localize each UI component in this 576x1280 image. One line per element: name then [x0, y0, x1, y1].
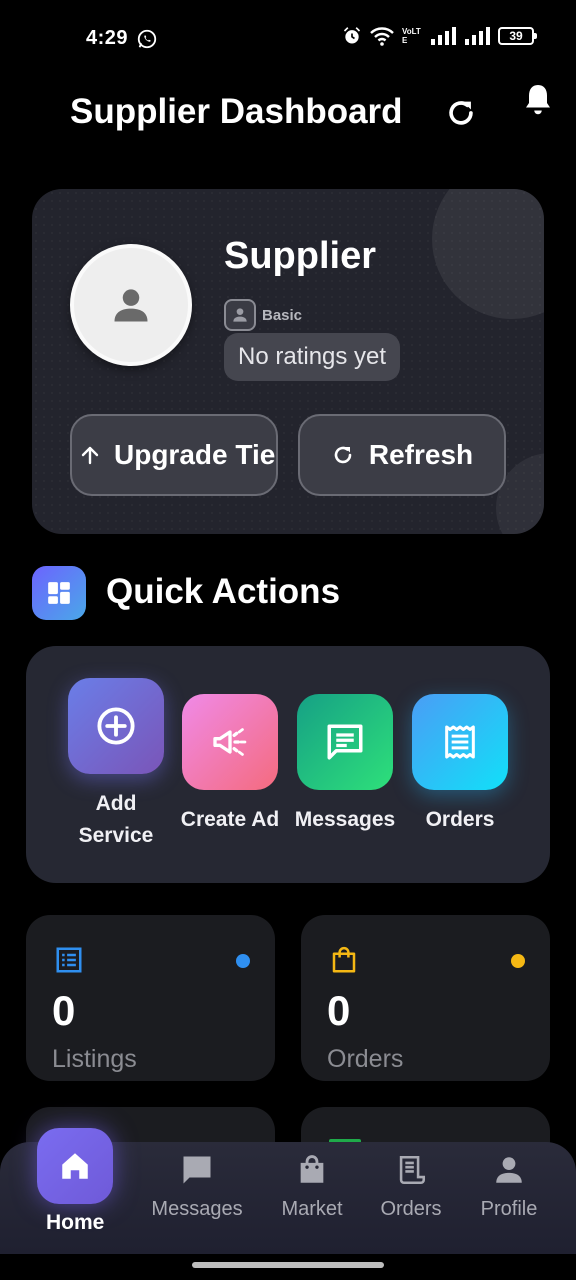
message-icon — [327, 724, 363, 760]
avatar[interactable] — [70, 244, 192, 366]
nav-item-market[interactable]: Market — [272, 1152, 352, 1221]
refresh-label: Refresh — [368, 439, 474, 470]
section-title: Quick Actions — [106, 572, 341, 611]
profile-card: Supplier Basic No ratings yet Upgrade Ti… — [32, 189, 544, 534]
quick-action-label: Orders — [425, 808, 495, 831]
battery-level: 39 — [509, 29, 523, 43]
signal-icon-2 — [465, 27, 490, 45]
whatsapp-icon — [137, 29, 157, 49]
quick-action-label: Add Service — [78, 792, 154, 847]
messages-tile[interactable] — [297, 694, 393, 790]
home-icon — [62, 1153, 88, 1179]
battery-icon: 39 — [498, 27, 537, 45]
stat-value: 0 — [327, 987, 351, 1034]
nav-item-home[interactable] — [37, 1128, 113, 1204]
quick-action-create-ad[interactable]: Create Ad — [174, 694, 286, 836]
upgrade-tier-label: Upgrade Tier — [114, 439, 278, 470]
refresh-icon — [334, 446, 352, 464]
nav-label: Profile — [480, 1198, 538, 1220]
status-dot — [511, 954, 525, 968]
person-icon — [114, 289, 148, 322]
nav-label: Market — [281, 1198, 343, 1220]
page-title: Supplier Dashboard — [70, 92, 403, 131]
add-circle-icon — [97, 707, 135, 745]
tier-label: Basic — [262, 306, 303, 324]
quick-action-messages[interactable]: Messages — [289, 694, 401, 836]
home-indicator[interactable] — [192, 1262, 384, 1268]
decorative-circle — [432, 189, 544, 319]
nav-item-messages[interactable]: Messages — [150, 1152, 244, 1221]
add-service-tile[interactable] — [68, 678, 164, 774]
nav-item-orders[interactable]: Orders — [374, 1152, 448, 1221]
quick-action-label: Create Ad — [180, 808, 280, 831]
nav-label: Orders — [380, 1198, 442, 1220]
status-dot — [236, 954, 250, 968]
shopping-bag-icon — [332, 946, 356, 973]
upgrade-tier-button[interactable]: Upgrade Tier — [70, 414, 278, 496]
nav-item-profile[interactable]: Profile — [472, 1152, 546, 1221]
nav-label: Messages — [151, 1198, 243, 1220]
tier-person-icon — [224, 299, 256, 331]
list-icon — [56, 947, 82, 973]
bell-icon[interactable] — [520, 82, 556, 118]
signal-icon — [431, 27, 456, 45]
nav-label-home[interactable]: Home — [46, 1211, 104, 1235]
stat-value: 0 — [52, 987, 76, 1034]
quick-actions-panel: Add Service Create Ad Messages Orders — [26, 646, 550, 883]
arrow-up-icon — [81, 446, 99, 465]
volte-indicator: VoLTE — [402, 27, 421, 45]
stat-card-orders[interactable]: 0 Orders — [301, 915, 550, 1081]
dashboard-icon — [32, 566, 86, 620]
tier-badge: Basic — [224, 299, 302, 331]
refresh-button[interactable]: Refresh — [298, 414, 506, 496]
refresh-icon[interactable] — [444, 96, 478, 130]
person-icon — [496, 1157, 522, 1183]
chat-icon — [183, 1156, 211, 1184]
status-time: 4:29 — [86, 27, 129, 49]
receipt-icon — [399, 1155, 426, 1185]
status-icons: VoLTE 39 — [342, 26, 537, 46]
shopping-bag-icon — [300, 1155, 324, 1183]
quick-action-add-service[interactable]: Add Service — [60, 678, 172, 852]
stat-label: Orders — [327, 1045, 404, 1073]
stat-label: Listings — [52, 1045, 137, 1073]
orders-tile[interactable] — [412, 694, 508, 790]
status-bar: 4:29 VoLTE 39 — [0, 0, 576, 78]
alarm-icon — [343, 27, 361, 44]
quick-action-label: Messages — [294, 808, 396, 831]
ratings-text: No ratings yet — [238, 343, 387, 370]
supplier-name: Supplier — [224, 235, 377, 277]
quick-action-orders[interactable]: Orders — [404, 694, 516, 836]
ratings-chip: No ratings yet — [224, 333, 401, 381]
megaphone-icon — [213, 728, 247, 756]
stat-card-listings[interactable]: 0 Listings — [26, 915, 275, 1081]
receipt-icon — [445, 725, 475, 759]
create-ad-tile[interactable] — [182, 694, 278, 790]
wifi-icon — [370, 27, 394, 46]
